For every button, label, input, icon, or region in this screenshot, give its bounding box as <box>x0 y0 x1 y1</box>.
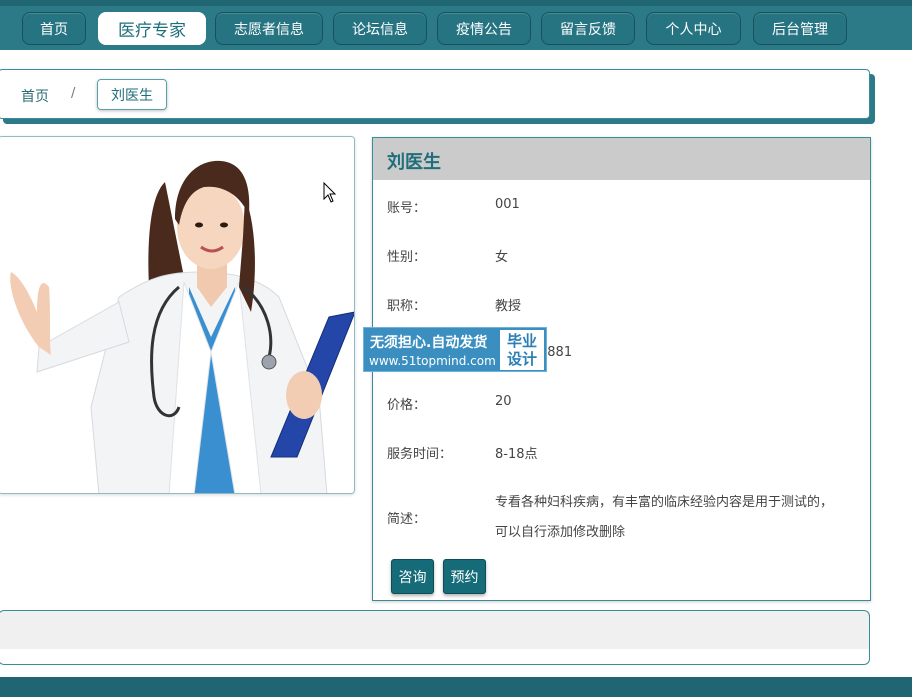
service-time-label: 服务时间： <box>387 447 453 462</box>
price-value: 20 <box>495 394 512 409</box>
watermark-line1: 无须担心.自动发货 <box>370 335 488 351</box>
doctor-photo-panel <box>0 136 355 494</box>
consult-button[interactable]: 咨询 <box>391 559 434 594</box>
top-navigation: 首页 医疗专家 志愿者信息 论坛信息 疫情公告 留言反馈 个人中心 后台管理 <box>0 0 912 50</box>
service-time-value: 8-18点 <box>495 447 538 462</box>
doctor-photo <box>0 137 354 493</box>
detail-header: 刘医生 <box>373 138 870 180</box>
nav-item-announcements[interactable]: 疫情公告 <box>437 12 531 45</box>
nav-item-profile[interactable]: 个人中心 <box>646 12 741 45</box>
watermark-overlay: 无须担心.自动发货 www.51topmind.com 毕业 设计 <box>363 327 547 372</box>
price-label: 价格： <box>387 398 427 413</box>
description-label: 简述： <box>387 512 427 527</box>
account-label: 账号： <box>387 201 427 216</box>
watermark-badge: 毕业 设计 <box>500 330 544 370</box>
bottom-panel <box>0 610 870 665</box>
doctor-name: 刘医生 <box>387 152 441 173</box>
description-value: 专看各种妇科疾病，有丰富的临床经验内容是用于测试的，可以自行添加修改删除 <box>495 495 834 540</box>
account-value: 001 <box>495 197 520 212</box>
nav-item-feedback[interactable]: 留言反馈 <box>541 12 635 45</box>
top-strip <box>0 0 912 6</box>
breadcrumb-separator: / <box>71 86 76 101</box>
gender-label: 性别： <box>387 250 427 265</box>
nav-item-volunteers[interactable]: 志愿者信息 <box>215 12 323 45</box>
bottom-panel-inner <box>0 649 869 664</box>
nav-item-home[interactable]: 首页 <box>22 12 86 45</box>
title-value: 教授 <box>495 299 522 314</box>
nav-item-admin[interactable]: 后台管理 <box>753 12 847 45</box>
book-button[interactable]: 预约 <box>443 559 486 594</box>
title-label: 职称： <box>387 299 427 314</box>
mouse-cursor-icon <box>323 182 337 203</box>
nav-item-forum[interactable]: 论坛信息 <box>333 12 427 45</box>
breadcrumb-home[interactable]: 首页 <box>21 86 49 106</box>
nav-item-experts[interactable]: 医疗专家 <box>98 12 206 45</box>
breadcrumb-current: 刘医生 <box>97 79 167 110</box>
watermark-line2: www.51topmind.com <box>369 354 496 368</box>
footer-bar <box>0 677 912 697</box>
breadcrumb: 首页 / 刘医生 <box>0 69 870 119</box>
gender-value: 女 <box>495 250 509 265</box>
